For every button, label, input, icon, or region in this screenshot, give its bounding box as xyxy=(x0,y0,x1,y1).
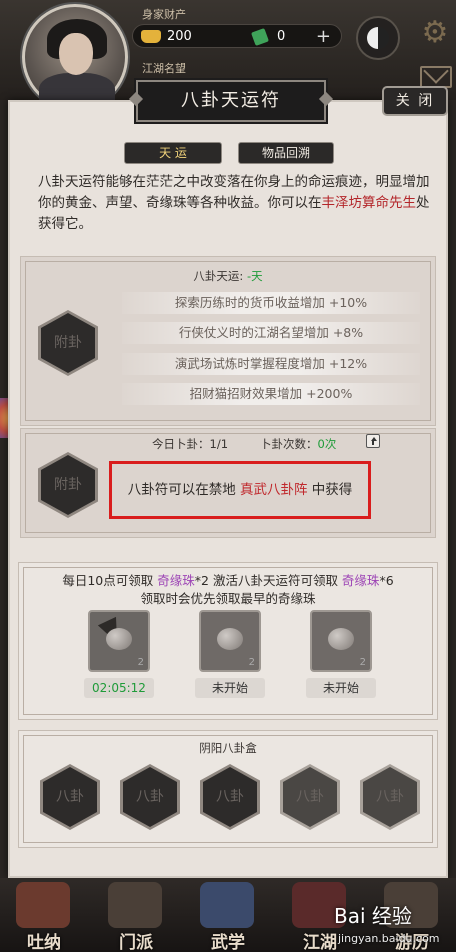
nav-tuna[interactable]: 吐纳 xyxy=(4,878,84,952)
sect-icon xyxy=(108,882,162,928)
jade-icon xyxy=(251,28,269,46)
martial-arts-icon xyxy=(200,882,254,928)
pearl-icon xyxy=(328,628,354,650)
pearl-slot[interactable]: 2 xyxy=(199,610,261,672)
tuna-icon xyxy=(16,882,70,928)
effect-item: 招财猫招财效果增加 +200% xyxy=(122,383,420,405)
watermark-url: jingyan.baidu.com xyxy=(338,932,440,945)
nav-sect[interactable]: 门派 xyxy=(96,878,176,952)
nav-martial-arts[interactable]: 武学 xyxy=(188,878,268,952)
yinyang-icon[interactable] xyxy=(356,16,400,60)
tab-tianyun[interactable]: 天 运 xyxy=(124,142,222,164)
reputation-label: 江湖名望 xyxy=(142,62,186,75)
share-icon[interactable] xyxy=(366,434,380,448)
tab-item-history[interactable]: 物品回溯 xyxy=(238,142,334,164)
effect-item: 探索历练时的货币收益增加 +10% xyxy=(122,292,420,314)
currency-bar: 200 0 + xyxy=(132,24,342,48)
slot-status: 未开始 xyxy=(195,678,265,698)
pearl-slot[interactable]: 2 xyxy=(310,610,372,672)
dialog-title: 八卦天运符 xyxy=(134,78,328,124)
fortune-status: 八卦天运: -天 xyxy=(20,268,436,284)
pearl-icon xyxy=(217,628,243,650)
assets-label: 身家财产 xyxy=(142,8,186,21)
slot-timer: 02:05:12 xyxy=(84,678,154,698)
player-avatar[interactable] xyxy=(22,4,128,113)
talisman-source-notice: 八卦符可以在禁地 真武八卦阵 中获得 xyxy=(109,461,371,519)
pearl-slot[interactable]: 2 xyxy=(88,610,150,672)
forbidden-area-name: 真武八卦阵 xyxy=(240,482,308,498)
effect-item: 演武场试炼时掌握程度增加 +12% xyxy=(122,353,420,375)
divination-count: 卜卦次数：0次 xyxy=(260,437,337,451)
gold-ingot-icon xyxy=(141,30,161,43)
watermark: Bai 经验 xyxy=(334,904,412,928)
fortune-label: 八卦天运: xyxy=(193,269,244,283)
slot-status: 未开始 xyxy=(306,678,376,698)
today-divination: 今日卜卦：1/1 xyxy=(152,437,229,451)
fortune-value: -天 xyxy=(246,269,263,283)
mail-icon[interactable] xyxy=(420,66,452,88)
close-button[interactable]: 关 闭 xyxy=(382,86,448,116)
daily-reward-info: 每日10点可领取 奇缘珠*2 激活八卦天运符可领取 奇缘珠*6 xyxy=(62,573,394,588)
talisman-description: 八卦天运符能够在茫茫之中改变落在你身上的命运痕迹，明显增加你的黄金、声望、奇缘珠… xyxy=(38,174,430,232)
avatar-face xyxy=(59,33,93,75)
add-currency-icon[interactable]: + xyxy=(316,26,331,47)
gear-icon[interactable]: ⚙ xyxy=(418,16,452,50)
pearl-icon xyxy=(106,628,132,650)
gold-amount: 200 xyxy=(167,29,192,44)
yinyang-box-title: 阴阳八卦盒 xyxy=(199,741,257,755)
effect-item: 行侠仗义时的江湖名望增加 +8% xyxy=(122,322,420,344)
jade-amount: 0 xyxy=(277,29,286,44)
daily-reward-note: 领取时会优先领取最早的奇缘珠 xyxy=(140,591,316,606)
fortune-teller-link: 丰泽坊算命先生 xyxy=(321,195,417,211)
